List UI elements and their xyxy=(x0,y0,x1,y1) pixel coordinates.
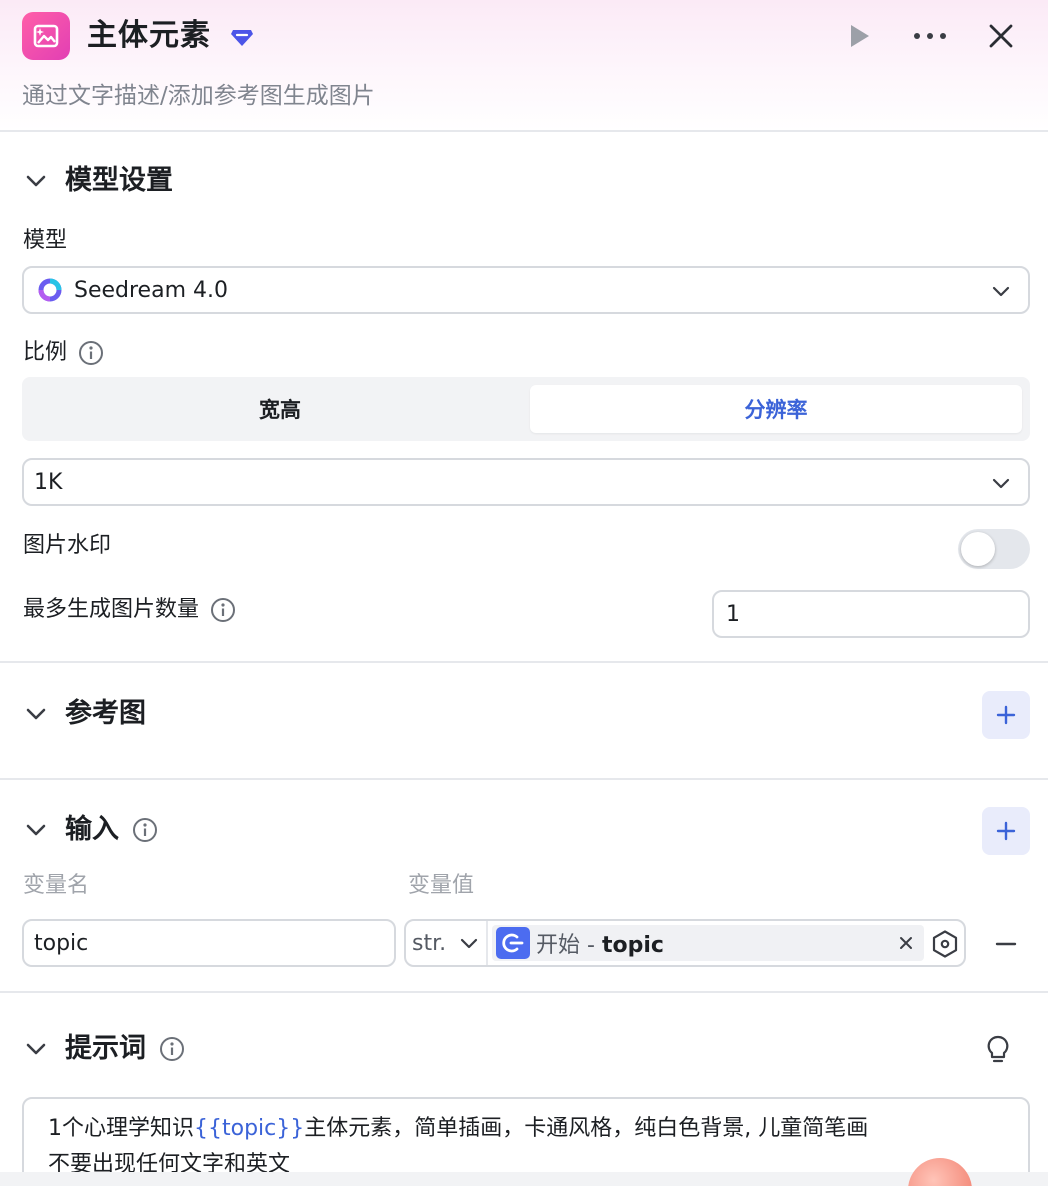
section-title: 模型设置 xyxy=(65,165,173,196)
image-sparkle-icon xyxy=(22,12,70,60)
watermark-label-text: 图片水印 xyxy=(23,533,112,558)
more-icon xyxy=(914,33,946,39)
panel-header: 主体元素 通过文字描述/添加参考图生成图片 xyxy=(0,0,1048,132)
node-settings-panel: 主体元素 通过文字描述/添加参考图生成图片 模型设置 模型 Seedream 4… xyxy=(0,0,1048,1186)
ratio-segmented-control: 宽高 分辨率 xyxy=(22,377,1030,441)
page-title: 主体元素 xyxy=(87,18,211,53)
max-images-label-text: 最多生成图片数量 xyxy=(23,597,200,622)
var-type-select[interactable]: str. xyxy=(406,921,488,965)
chevron-down-icon xyxy=(460,938,478,949)
reference-variable: topic xyxy=(601,933,664,958)
model-label: 模型 xyxy=(23,225,67,257)
max-images-input[interactable]: 1 xyxy=(712,590,1030,638)
section-header-input[interactable]: 输入 xyxy=(22,808,159,852)
start-node-icon xyxy=(496,927,530,959)
prompt-text: 1个心理学知识 xyxy=(48,1116,194,1141)
ratio-label-text: 比例 xyxy=(23,340,68,365)
model-select[interactable]: Seedream 4.0 xyxy=(22,266,1030,314)
prompt-variable: {{topic}} xyxy=(194,1116,305,1141)
chevron-down-icon xyxy=(992,286,1010,297)
resolution-value: 1K xyxy=(34,469,63,495)
chevron-down-icon xyxy=(22,816,50,844)
diamond-badge-icon xyxy=(229,24,255,50)
reference-separator: - xyxy=(580,933,602,958)
plus-icon xyxy=(996,821,1016,841)
column-header-var-name: 变量名 xyxy=(23,873,90,898)
chevron-down-icon xyxy=(992,478,1010,489)
plus-icon xyxy=(996,705,1016,725)
reference-label: 开始 - topic xyxy=(536,927,664,959)
section-divider xyxy=(0,991,1048,993)
resolution-select[interactable]: 1K xyxy=(22,458,1030,506)
model-value: Seedream 4.0 xyxy=(74,277,228,303)
run-button[interactable] xyxy=(841,18,877,54)
close-button[interactable] xyxy=(983,18,1019,54)
section-header-prompt[interactable]: 提示词 xyxy=(22,1027,186,1071)
section-title: 提示词 xyxy=(65,1033,146,1064)
chevron-down-icon xyxy=(22,700,50,728)
section-divider xyxy=(0,778,1048,780)
chevron-down-icon xyxy=(22,167,50,195)
lightbulb-icon[interactable] xyxy=(984,1034,1012,1066)
page-subtitle: 通过文字描述/添加参考图生成图片 xyxy=(22,83,375,109)
info-icon[interactable] xyxy=(158,1035,186,1063)
prompt-line: 1个心理学知识{{topic}}主体元素，简单插画，卡通风格，纯白色背景, 儿童… xyxy=(48,1111,1004,1147)
play-icon xyxy=(851,25,869,47)
section-divider xyxy=(0,661,1048,663)
max-images-label: 最多生成图片数量 xyxy=(23,594,237,626)
tab-resolution[interactable]: 分辨率 xyxy=(530,385,1022,433)
tab-aspect-ratio[interactable]: 宽高 xyxy=(30,385,530,433)
var-type-value: str. xyxy=(412,930,447,956)
info-icon[interactable] xyxy=(209,596,237,624)
prompt-text: 主体元素，简单插画，卡通风格，纯白色背景, 儿童简笔画 xyxy=(304,1116,869,1141)
toggle-knob xyxy=(961,532,995,566)
var-value-field: str. 开始 - topic xyxy=(404,919,966,967)
watermark-toggle[interactable] xyxy=(958,529,1030,569)
info-icon[interactable] xyxy=(131,816,159,844)
column-header-var-value: 变量值 xyxy=(408,873,475,898)
ratio-label: 比例 xyxy=(23,337,105,369)
variable-reference-chip[interactable]: 开始 - topic xyxy=(492,925,924,961)
section-title: 输入 xyxy=(65,814,119,845)
close-icon xyxy=(989,24,1013,48)
seedream-logo-icon xyxy=(36,276,64,304)
section-title: 参考图 xyxy=(65,698,146,729)
section-header-model-settings[interactable]: 模型设置 xyxy=(22,159,173,203)
variable-picker-icon[interactable] xyxy=(930,929,960,959)
info-icon[interactable] xyxy=(77,339,105,367)
var-name-input[interactable]: topic xyxy=(22,919,396,967)
model-label-text: 模型 xyxy=(23,228,68,253)
more-button[interactable] xyxy=(912,18,948,54)
add-input-button[interactable] xyxy=(982,807,1030,855)
section-header-reference[interactable]: 参考图 xyxy=(22,692,146,736)
reference-source: 开始 xyxy=(536,933,581,958)
add-reference-button[interactable] xyxy=(982,691,1030,739)
panel-bottom-edge xyxy=(0,1172,1048,1186)
clear-icon[interactable] xyxy=(896,933,916,953)
remove-row-icon[interactable] xyxy=(992,930,1020,958)
watermark-label: 图片水印 xyxy=(23,530,111,562)
chevron-down-icon xyxy=(22,1035,50,1063)
